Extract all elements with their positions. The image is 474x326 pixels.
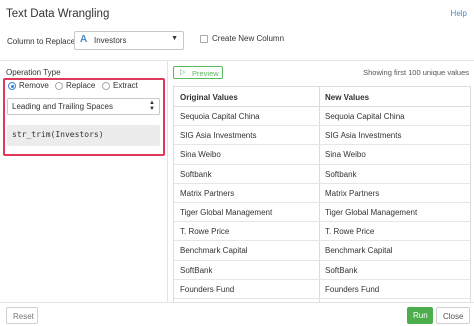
radio-replace[interactable] xyxy=(55,82,63,90)
run-button-label: Run xyxy=(413,311,428,320)
preview-table: Original Values New Values Sequoia Capit… xyxy=(173,86,471,302)
table-row: Tiger Global Management Tiger Global Man… xyxy=(174,203,470,223)
new-value-cell: Founders Fund xyxy=(325,284,380,294)
table-row: T. Rowe Price T. Rowe Price xyxy=(174,222,470,242)
reset-button[interactable]: Reset xyxy=(6,307,38,324)
column-row: Column to Replace A Investors ▼ Create N… xyxy=(0,28,474,60)
panel-divider xyxy=(167,60,168,302)
play-icon: ▷ xyxy=(180,69,186,76)
new-value-cell: Sequoia Capital China xyxy=(325,112,405,121)
new-value-cell: Sina Weibo xyxy=(325,150,366,160)
header-original-values: Original Values xyxy=(180,93,238,102)
radio-extract[interactable] xyxy=(102,82,110,90)
radio-remove-label[interactable]: Remove xyxy=(19,81,49,90)
new-value-cell: Softbank xyxy=(325,169,357,179)
new-value-cell: Matrix Partners xyxy=(325,188,380,198)
table-row: Softbank Softbank xyxy=(174,165,470,184)
column-to-replace-label: Column to Replace xyxy=(7,37,76,46)
new-value-cell: SoftBank xyxy=(325,265,358,275)
create-new-column-label[interactable]: Create New Column xyxy=(212,34,284,43)
radio-remove[interactable] xyxy=(8,82,16,90)
operation-type-title: Operation Type xyxy=(6,68,61,77)
create-new-column-checkbox[interactable] xyxy=(200,35,208,43)
dialog-header: Text Data Wrangling Help xyxy=(0,0,474,28)
original-value-cell: Tiger Global Management xyxy=(180,208,273,217)
table-row: Sina Weibo Sina Weibo xyxy=(174,145,470,165)
radio-extract-label[interactable]: Extract xyxy=(113,81,138,90)
original-value-cell: SIG Asia Investments xyxy=(180,131,257,141)
original-value-cell: Benchmark Capital xyxy=(180,246,248,256)
new-value-cell: T. Rowe Price xyxy=(325,227,375,237)
target-select-value: Leading and Trailing Spaces xyxy=(12,102,113,111)
column-select[interactable]: A Investors ▼ xyxy=(74,31,184,50)
up-down-caret-icon: ▲ ▼ xyxy=(149,100,155,112)
original-value-cell: T. Rowe Price xyxy=(180,227,230,237)
table-row: Sequoia Capital China Sequoia Capital Ch… xyxy=(174,107,470,127)
original-value-cell: Sina Weibo xyxy=(180,150,221,160)
original-value-cell: Matrix Partners xyxy=(180,188,235,198)
character-type-icon: A xyxy=(80,34,88,45)
preview-button[interactable]: ▷ Preview xyxy=(173,66,223,79)
help-link[interactable]: Help xyxy=(451,9,467,18)
table-row: Founders Fund Founders Fund xyxy=(174,280,470,299)
new-value-cell: SIG Asia Investments xyxy=(325,131,402,141)
run-button[interactable]: Run xyxy=(407,307,433,324)
close-button[interactable]: Close xyxy=(436,307,470,324)
original-value-cell: Softbank xyxy=(180,169,212,179)
table-row: SoftBank SoftBank xyxy=(174,261,470,280)
header-new-values: New Values xyxy=(325,93,370,102)
table-header: Original Values New Values xyxy=(174,87,470,107)
original-value-cell: Founders Fund xyxy=(180,284,235,294)
original-value-cell: SoftBank xyxy=(180,265,213,275)
new-value-cell: Tiger Global Management xyxy=(325,208,418,217)
reset-button-label: Reset xyxy=(13,312,34,321)
section-divider xyxy=(0,60,474,61)
target-select[interactable]: Leading and Trailing Spaces ▲ ▼ xyxy=(7,98,160,115)
column-select-value: Investors xyxy=(94,36,127,45)
close-button-label: Close xyxy=(443,312,464,321)
new-value-cell: Benchmark Capital xyxy=(325,246,393,256)
dialog-title: Text Data Wrangling xyxy=(6,8,110,20)
preview-button-label: Preview xyxy=(192,69,219,78)
footer-divider xyxy=(0,302,474,303)
table-row: SIG Asia Investments SIG Asia Investment… xyxy=(174,126,470,146)
table-row: Matrix Partners Matrix Partners xyxy=(174,184,470,203)
original-value-cell: Sequoia Capital China xyxy=(180,112,260,121)
expression-box[interactable]: str_trim(Investors) xyxy=(7,125,160,146)
showing-count-text: Showing first 100 unique values xyxy=(363,68,469,77)
table-row: Benchmark Capital Benchmark Capital xyxy=(174,241,470,261)
chevron-down-icon: ▼ xyxy=(171,35,178,42)
expression-code: str_trim(Investors) xyxy=(12,130,104,139)
radio-replace-label[interactable]: Replace xyxy=(66,81,95,90)
